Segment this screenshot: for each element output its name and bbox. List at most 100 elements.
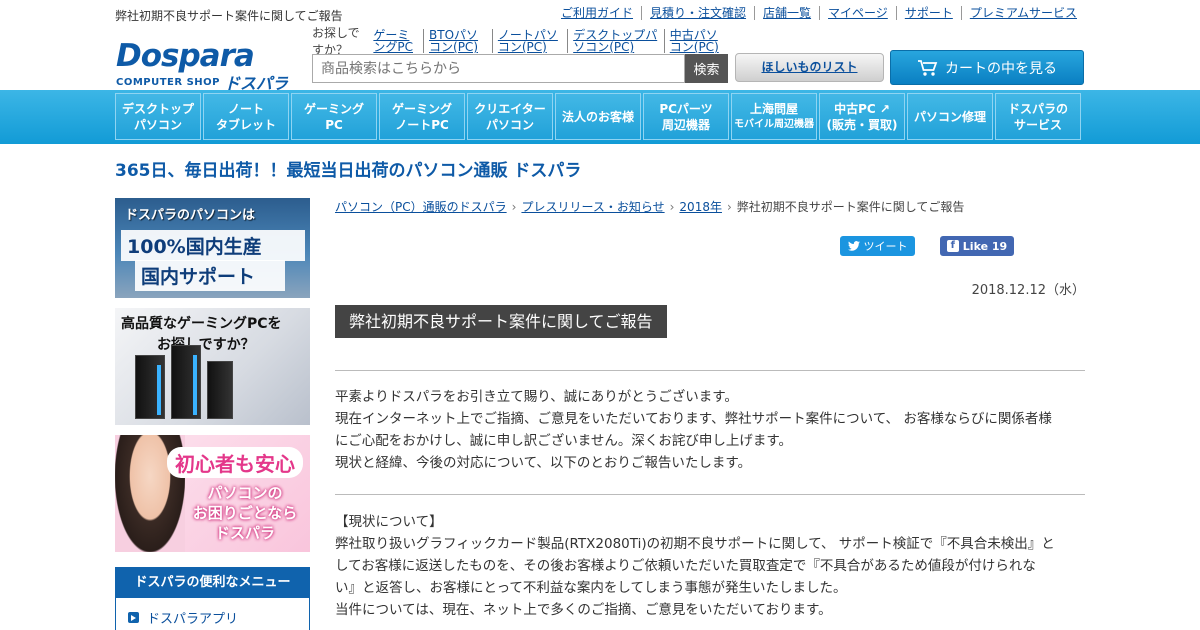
- nav-label: パソコン修理: [913, 109, 986, 124]
- banner-text: パソコンの お困りごとなら ドスパラ: [192, 484, 298, 542]
- top-links: ご利用ガイド 見積り・注文確認 店舗一覧 マイページ サポート プレミアムサービ…: [553, 6, 1085, 20]
- banner-beginner-support[interactable]: 初心者も安心 パソコンの お困りごとなら ドスパラ: [115, 435, 310, 552]
- nav-creator-pc[interactable]: クリエイター パソコン: [467, 93, 553, 140]
- tweet-button[interactable]: ツイート: [840, 236, 915, 256]
- chevron-right-icon: ›: [511, 199, 517, 214]
- cart-button[interactable]: カートの中を見る: [890, 50, 1084, 85]
- breadcrumb-year[interactable]: 2018年: [679, 198, 722, 215]
- like-label: Like 19: [962, 239, 1008, 253]
- nav-label: ゲーミング: [391, 101, 452, 116]
- nav-label: デスクトップ: [121, 101, 194, 116]
- article-line: い』と返答し、お客様にとって不利益な案内をしてしまう事態が発生いたしました。: [335, 580, 847, 596]
- nav-pc-parts[interactable]: PCパーツ 周辺機器: [643, 93, 729, 140]
- nav-label: (販売・買取): [826, 117, 898, 132]
- link-premium[interactable]: プレミアムサービス: [960, 6, 1085, 20]
- chevron-right-icon: ›: [669, 199, 675, 214]
- nav-gaming-notebook[interactable]: ゲーミング ノートPC: [379, 93, 465, 140]
- search-suggestions: お探しですか？ ゲーミングPC BTOパソコン(PC) ノートパソコン(PC) …: [312, 26, 732, 57]
- search-area: お探しですか？ ゲーミングPC BTOパソコン(PC) ノートパソコン(PC) …: [312, 26, 732, 83]
- breadcrumb-home[interactable]: パソコン（PC）通販のドスパラ: [335, 198, 507, 215]
- suggest-bto-pc[interactable]: BTOパソコン(PC): [423, 29, 492, 53]
- article-line: 現状と経緯、今後の対応について、以下のとおりご報告いたします。: [335, 455, 752, 471]
- nav-label: タブレット: [215, 117, 276, 132]
- nav-pc-repair[interactable]: パソコン修理: [907, 93, 993, 140]
- article-line: 【現状について】: [335, 514, 443, 530]
- suggest-label: お探しですか？: [312, 26, 360, 57]
- convenient-menu: ドスパラの便利なメニュー ドスパラアプリ: [115, 567, 310, 630]
- breadcrumb-press[interactable]: プレスリリース・お知らせ: [521, 198, 664, 215]
- site-headline: 365日、毎日出荷！！最短当日出荷のパソコン通販 ドスパラ: [115, 161, 582, 181]
- pc-tower-light: [157, 365, 161, 415]
- breadcrumb-current: 弊社初期不良サポート案件に関してご報告: [736, 200, 965, 214]
- pc-tower-image: [207, 361, 233, 419]
- nav-label: ノートPC: [395, 117, 449, 132]
- banner-text: ドスパラのパソコンは: [125, 208, 256, 223]
- nav-label: パソコン: [133, 117, 182, 132]
- search-button[interactable]: 検索: [685, 54, 728, 83]
- nav-business[interactable]: 法人のお客様: [555, 93, 641, 140]
- menu-item-app[interactable]: ドスパラアプリ: [116, 598, 309, 630]
- link-guide[interactable]: ご利用ガイド: [553, 6, 641, 20]
- nav-used-pc[interactable]: 中古PC ↗ (販売・買取): [819, 93, 905, 140]
- nav-label: 中古PC ↗: [834, 101, 890, 116]
- nav-label: 法人のお客様: [561, 109, 634, 124]
- link-quote-order[interactable]: 見積り・注文確認: [641, 6, 754, 20]
- article-line: 現在インターネット上でご指摘、ご意見をいただいております、弊社サポート案件につい…: [335, 411, 1052, 427]
- banner-gaming-pc[interactable]: 高品質なゲーミングPCを お探しですか？: [115, 308, 310, 425]
- nav-gaming-pc[interactable]: ゲーミング PC: [291, 93, 377, 140]
- nav-label: PC: [325, 117, 343, 132]
- top-bar: 弊社初期不良サポート案件に関してご報告 ご利用ガイド 見積り・注文確認 店舗一覧…: [0, 0, 1200, 28]
- link-mypage[interactable]: マイページ: [819, 6, 896, 20]
- breadcrumb: パソコン（PC）通販のドスパラ › プレスリリース・お知らせ › 2018年 ›…: [335, 198, 964, 215]
- link-support[interactable]: サポート: [895, 6, 961, 20]
- article-date: 2018.12.12（水）: [971, 283, 1085, 298]
- cart-icon: [918, 59, 938, 76]
- suggest-desktop-pc[interactable]: デスクトップパソコン(PC): [567, 29, 664, 53]
- nav-services[interactable]: ドスパラの サービス: [995, 93, 1081, 140]
- arrow-right-icon: [128, 612, 139, 623]
- search-input[interactable]: [312, 54, 685, 83]
- nav-label: モバイル周辺機器: [734, 118, 814, 130]
- nav-label: ドスパラの: [1007, 101, 1068, 116]
- facebook-like-button[interactable]: f Like 19: [940, 236, 1014, 256]
- nav-label: PCパーツ: [659, 101, 713, 116]
- main-nav: デスクトップ パソコン ノート タブレット ゲーミング PC ゲーミング ノートPC ク…: [0, 90, 1200, 144]
- menu-item-label: ドスパラアプリ: [147, 612, 239, 627]
- nav-label: 上海問屋: [749, 101, 798, 116]
- article-status: 【現状について】 弊社取り扱いグラフィックカード製品(RTX2080Ti)の初期…: [335, 511, 1085, 621]
- banner-text: 高品質なゲーミングPCを お探しですか？: [121, 316, 282, 353]
- divider: [335, 494, 1085, 495]
- page-tagline: 弊社初期不良サポート案件に関してご報告: [115, 9, 343, 23]
- suggest-gaming-pc[interactable]: ゲーミングPC: [373, 29, 423, 53]
- nav-label: ノート: [227, 101, 264, 116]
- wishlist-button[interactable]: ほしいものリスト: [735, 53, 884, 82]
- cart-label: カートの中を見る: [945, 60, 1057, 77]
- dospara-logo[interactable]: Dospara COMPUTER SHOP ドスパラ: [116, 38, 300, 94]
- nav-label: クリエイター: [474, 101, 546, 116]
- link-stores[interactable]: 店舗一覧: [754, 6, 819, 20]
- logo-mark: Dospara: [116, 38, 255, 74]
- nav-label: パソコン: [485, 117, 534, 132]
- nav-shanghai-donya[interactable]: 上海問屋モバイル周辺機器: [731, 93, 817, 140]
- menu-header: ドスパラの便利なメニュー: [116, 568, 309, 598]
- banner-text: 国内サポート: [135, 260, 285, 291]
- facebook-icon: f: [946, 240, 959, 252]
- article-line: 当件については、現在、ネット上で多くのご指摘、ご意見をいただいております。: [335, 602, 832, 618]
- article-line: にご心配をおかけし、誠に申し訳ございません。深くお詫び申し上げます。: [335, 433, 792, 449]
- suggest-notebook-pc[interactable]: ノートパソコン(PC): [491, 29, 567, 53]
- chevron-right-icon: ›: [726, 199, 732, 214]
- tweet-label: ツイート: [863, 240, 908, 253]
- logo-subtitle: COMPUTER SHOP: [116, 76, 220, 88]
- nav-desktop[interactable]: デスクトップ パソコン: [115, 93, 201, 140]
- banner-domestic-production[interactable]: ドスパラのパソコンは 100%国内生産 国内サポート: [115, 198, 310, 298]
- nav-label: 周辺機器: [661, 117, 710, 132]
- twitter-icon: [847, 241, 860, 251]
- article-line: 平素よりドスパラをお引き立て賜り、誠にありがとうございます。: [335, 389, 738, 405]
- banner-text: 100%国内生産: [121, 230, 305, 261]
- nav-notebook[interactable]: ノート タブレット: [203, 93, 289, 140]
- divider: [335, 370, 1085, 371]
- suggest-used-pc[interactable]: 中古パソコン(PC): [663, 29, 732, 53]
- pc-tower-light: [193, 355, 197, 415]
- article-title: 弊社初期不良サポート案件に関してご報告: [335, 305, 667, 338]
- article-intro: 平素よりドスパラをお引き立て賜り、誠にありがとうございます。 現在インターネット…: [335, 386, 1085, 474]
